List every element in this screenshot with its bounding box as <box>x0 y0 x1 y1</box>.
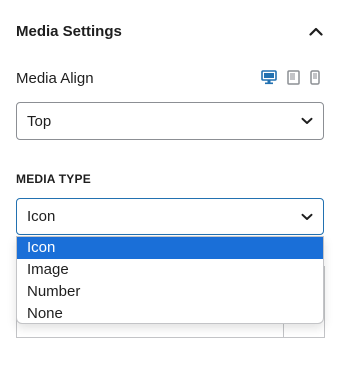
device-switcher <box>261 68 320 86</box>
panel-header[interactable]: Media Settings <box>16 19 326 43</box>
chevron-up-icon[interactable] <box>306 21 326 41</box>
tablet-icon[interactable] <box>287 69 300 85</box>
dropdown-option-image[interactable]: Image <box>17 259 323 281</box>
media-align-select[interactable]: Top <box>16 102 324 140</box>
media-type-label: MEDIA TYPE <box>16 172 91 186</box>
chevron-down-icon <box>301 208 313 226</box>
media-type-dropdown: Icon Image Number None <box>16 236 324 324</box>
media-align-value: Top <box>27 112 52 130</box>
media-type-value: Icon <box>27 208 56 225</box>
dropdown-option-icon[interactable]: Icon <box>17 237 323 259</box>
dropdown-option-none[interactable]: None <box>17 303 323 323</box>
media-settings-panel: Media Settings Media Align Top MEDIA TYP… <box>0 0 340 367</box>
panel-title: Media Settings <box>16 22 122 40</box>
desktop-icon[interactable] <box>261 69 277 85</box>
media-type-select[interactable]: Icon <box>16 198 324 235</box>
dropdown-option-number[interactable]: Number <box>17 281 323 303</box>
chevron-down-icon <box>301 112 313 130</box>
mobile-icon[interactable] <box>310 69 320 85</box>
media-align-label: Media Align <box>16 70 94 87</box>
